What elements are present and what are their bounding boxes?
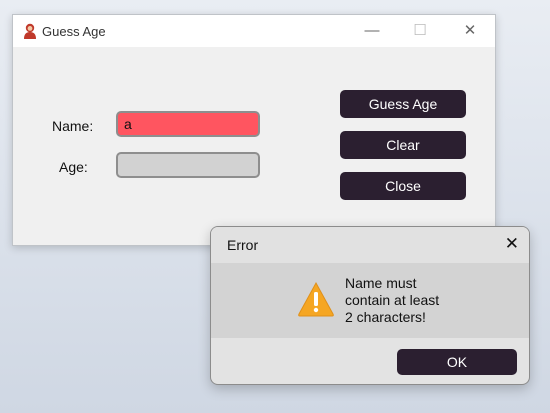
minimize-button[interactable]: — <box>349 15 395 47</box>
warning-icon <box>298 281 334 317</box>
window-title: Guess Age <box>42 24 106 39</box>
person-red-icon <box>24 23 36 39</box>
close-window-button[interactable]: ✕ <box>447 15 493 47</box>
error-message-line: 2 characters! <box>345 309 426 325</box>
guess-age-button[interactable]: Guess Age <box>340 90 466 118</box>
dialog-close-button[interactable]: ✕ <box>505 234 519 254</box>
error-message-line: Name must <box>345 275 417 291</box>
error-dialog: Error ✕ Name must contain at least 2 cha… <box>210 226 530 385</box>
dialog-title: Error <box>227 237 259 253</box>
dialog-header[interactable]: Error ✕ <box>211 227 529 263</box>
error-message: Name must contain at least 2 characters! <box>345 275 495 326</box>
close-button[interactable]: Close <box>340 172 466 200</box>
name-input-value: a <box>124 116 132 132</box>
ok-button[interactable]: OK <box>397 349 517 375</box>
error-message-line: contain at least <box>345 292 440 308</box>
dialog-body: Name must contain at least 2 characters! <box>211 263 529 338</box>
name-input[interactable]: a <box>116 111 260 137</box>
title-bar[interactable]: Guess Age — ☐ ✕ <box>13 15 495 47</box>
clear-button[interactable]: Clear <box>340 131 466 159</box>
name-label: Name: <box>52 118 94 134</box>
age-output <box>116 152 260 178</box>
maximize-button[interactable]: ☐ <box>397 15 443 47</box>
age-label: Age: <box>59 159 88 175</box>
main-window: Guess Age — ☐ ✕ Name: a Age: Guess Age C… <box>12 14 496 246</box>
